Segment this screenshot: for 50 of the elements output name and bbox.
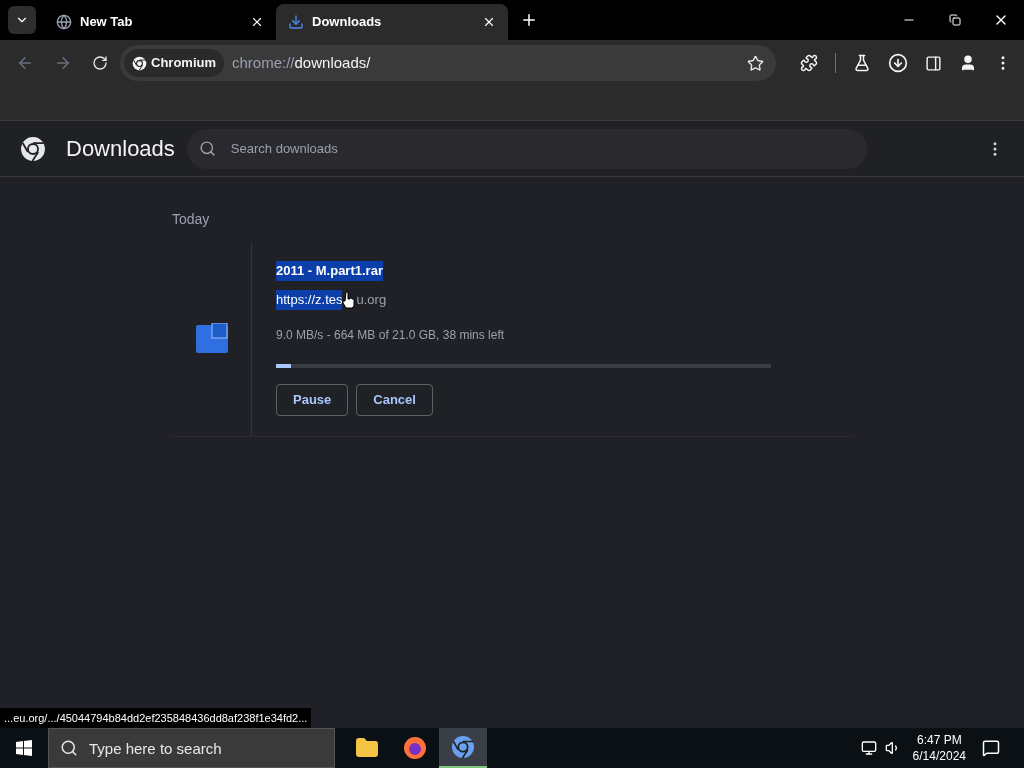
notification-icon[interactable] bbox=[982, 739, 1000, 757]
browser-tab[interactable]: Downloads bbox=[276, 4, 508, 40]
hand-cursor-icon bbox=[342, 291, 357, 309]
file-name-link[interactable]: 2011 - M.part1.rar bbox=[276, 261, 383, 281]
address-bar[interactable]: Chromium chrome://downloads/ bbox=[120, 45, 776, 81]
download-icon bbox=[288, 14, 304, 30]
network-icon[interactable] bbox=[860, 740, 877, 756]
folder-icon bbox=[355, 736, 379, 760]
download-status: 9.0 MB/s - 664 MB of 21.0 GB, 38 mins left bbox=[276, 327, 506, 344]
page-title: Downloads bbox=[66, 135, 175, 163]
taskbar-app[interactable] bbox=[439, 728, 487, 768]
globe-icon bbox=[56, 14, 72, 30]
source-url[interactable]: u.org bbox=[356, 290, 387, 310]
fox-globe-icon bbox=[403, 736, 427, 760]
puzzle-icon[interactable] bbox=[800, 54, 818, 72]
tab-title: New Tab bbox=[80, 13, 134, 32]
chromium-logo-icon bbox=[451, 735, 475, 759]
forward-icon[interactable] bbox=[54, 54, 72, 72]
profile-icon[interactable] bbox=[959, 54, 977, 72]
search-icon bbox=[60, 739, 78, 757]
chromium-logo-icon bbox=[20, 135, 46, 162]
windows-logo-icon[interactable] bbox=[16, 740, 32, 756]
tab-list-button[interactable] bbox=[8, 6, 36, 34]
new-tab-icon[interactable] bbox=[520, 11, 538, 29]
download-action-button[interactable]: Cancel bbox=[356, 384, 433, 416]
back-icon[interactable] bbox=[16, 54, 34, 72]
browser-tab[interactable]: New Tab bbox=[44, 4, 276, 40]
clock-time: 6:47 PM bbox=[916, 732, 962, 748]
close-icon[interactable] bbox=[482, 15, 496, 29]
download-action-button[interactable]: Pause bbox=[276, 384, 349, 416]
download-icon[interactable] bbox=[888, 53, 908, 73]
close-icon[interactable] bbox=[250, 15, 264, 29]
site-chip-label: Chromium bbox=[151, 54, 216, 73]
url-text: chrome://downloads/ bbox=[232, 52, 371, 73]
site-chip[interactable]: Chromium bbox=[124, 49, 224, 77]
search-field[interactable]: Search downloads bbox=[186, 128, 867, 169]
section-heading: Today bbox=[172, 210, 211, 229]
restore-icon bbox=[949, 14, 961, 26]
archive-file-icon bbox=[195, 323, 228, 355]
side-panel-icon[interactable] bbox=[925, 54, 942, 72]
search-icon bbox=[198, 139, 216, 157]
chromium-logo-icon bbox=[132, 55, 147, 71]
tab-title: Downloads bbox=[312, 13, 383, 32]
status-bubble: ...eu.org/.../45044794b84dd2ef235848436dd8af238f1e34fd2... bbox=[0, 708, 312, 728]
star-icon[interactable] bbox=[747, 54, 764, 72]
clock-date: 6/14/2024 bbox=[912, 748, 966, 764]
taskbar-search-field[interactable]: Type here to search bbox=[48, 728, 335, 768]
flask-icon[interactable] bbox=[853, 54, 871, 72]
reload-icon[interactable] bbox=[92, 55, 108, 71]
source-url[interactable]: https://z.tes bbox=[276, 290, 343, 310]
